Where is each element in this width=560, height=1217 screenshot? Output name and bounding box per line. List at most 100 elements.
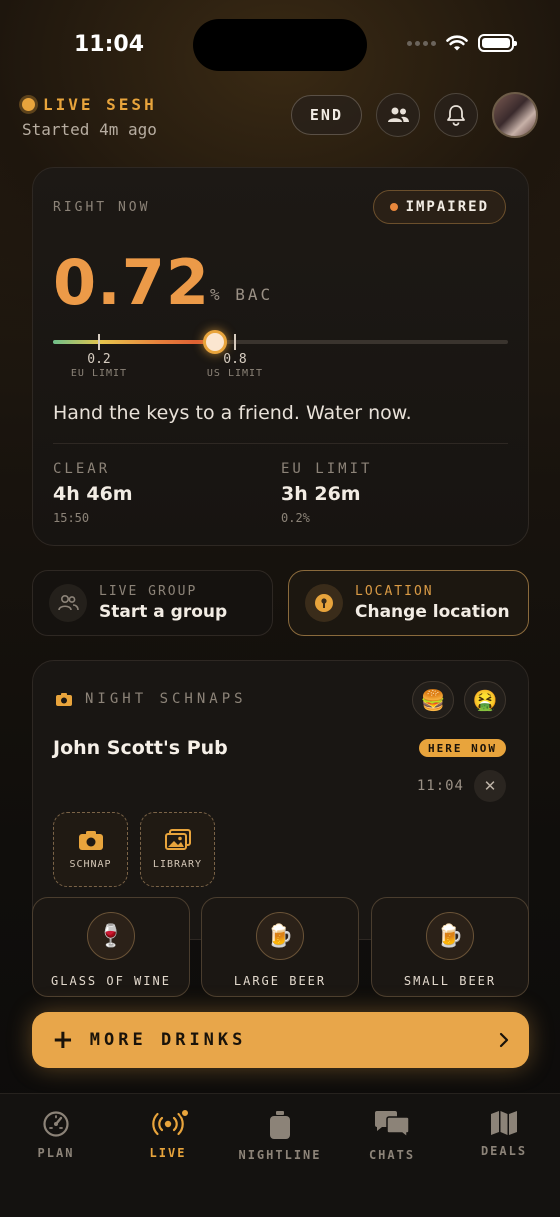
us-limit-value: 0.8: [223, 352, 247, 367]
map-icon: [491, 1111, 517, 1135]
live-indicator-dot: [22, 98, 35, 111]
group-button[interactable]: [376, 93, 420, 137]
emoji-burger-button[interactable]: 🍔: [412, 681, 454, 719]
gauge-icon: [43, 1111, 69, 1137]
bac-unit: % BAC: [210, 285, 274, 304]
stat-clear-heading: CLEAR: [53, 461, 111, 477]
us-limit-marker: 0.8 US LIMIT: [195, 352, 275, 379]
stat-eu-limit-value: 3h 26m: [281, 483, 361, 505]
library-label: LIBRARY: [152, 859, 203, 870]
gallery-icon: [164, 829, 191, 850]
stat-clear: CLEAR 4h 46m 15:50: [53, 461, 133, 525]
schnap-label: SCHNAP: [69, 858, 112, 870]
eu-limit-tick: [98, 334, 100, 350]
stat-eu-limit-heading: EU LIMIT: [281, 461, 373, 477]
live-group-label: LIVE GROUP: [99, 584, 198, 599]
tab-bar: PLAN LIVE NIGHTLINE CHATS DEALS: [0, 1093, 560, 1217]
stat-clear-sub: 15:50: [53, 511, 90, 525]
bell-icon: [447, 105, 465, 126]
location-button[interactable]: LOCATION Change location: [288, 570, 529, 636]
beer-mug-icon: 🍺: [256, 912, 304, 960]
bac-knob: [203, 330, 227, 354]
advice-text: Hand the keys to a friend. Water now.: [53, 402, 412, 424]
status-time: 11:04: [74, 32, 145, 57]
stat-eu-limit: EU LIMIT 3h 26m 0.2%: [281, 461, 372, 525]
live-group-value: Start a group: [99, 602, 228, 622]
drink-glass-of-wine[interactable]: 🍷 GLASS OF WINE: [32, 897, 190, 997]
tab-deals[interactable]: DEALS: [448, 1110, 560, 1158]
tab-live[interactable]: LIVE: [112, 1108, 224, 1160]
us-limit-label: US LIMIT: [206, 368, 264, 379]
close-button[interactable]: ✕: [474, 770, 506, 802]
people-icon: [388, 107, 409, 122]
live-badge-dot: [180, 1108, 190, 1118]
cellular-signal-icon: [407, 40, 436, 46]
status-badge: IMPAIRED: [372, 190, 506, 224]
eu-limit-marker: 0.2 EU LIMIT: [59, 352, 139, 379]
divider: [53, 443, 508, 444]
location-icon-wrap: [305, 584, 343, 622]
drink-large-beer[interactable]: 🍺 LARGE BEER: [201, 897, 359, 997]
emoji-sick-button[interactable]: 🤮: [464, 681, 506, 719]
schnaps-time: 11:04: [416, 778, 464, 794]
status-dot: [389, 203, 398, 211]
tab-label: DEALS: [480, 1144, 528, 1158]
schnaps-heading: NIGHT SCHNAPS: [85, 691, 247, 707]
us-limit-tick: [234, 334, 236, 350]
plus-icon: +: [52, 1025, 74, 1055]
stat-clear-value: 4h 46m: [53, 483, 133, 505]
more-drinks-button[interactable]: + MORE DRINKS: [32, 1012, 529, 1068]
chat-bubbles-icon: [375, 1111, 410, 1139]
bac-progress-fill: [53, 340, 215, 344]
people-outline-icon: [58, 594, 79, 611]
group-icon-wrap: [49, 584, 87, 622]
eu-limit-value: 0.2: [87, 352, 111, 367]
bac-card-heading: RIGHT NOW: [53, 200, 151, 215]
schnap-button[interactable]: SCHNAP: [53, 812, 128, 887]
camera-icon: [78, 830, 103, 850]
more-drinks-label: MORE DRINKS: [89, 1030, 247, 1050]
live-subtitle: Started 4m ago: [22, 120, 157, 139]
battery-icon: [478, 34, 517, 52]
tab-plan[interactable]: PLAN: [0, 1110, 112, 1160]
tab-label: PLAN: [37, 1146, 75, 1160]
location-pin-icon: [315, 594, 333, 612]
header-actions: END: [290, 92, 538, 138]
wifi-icon: [446, 35, 468, 50]
close-icon: ✕: [483, 777, 497, 795]
chevron-right-icon: [499, 1032, 509, 1048]
stat-eu-limit-sub: 0.2%: [281, 511, 310, 525]
dynamic-island: [193, 19, 367, 71]
library-button[interactable]: LIBRARY: [140, 812, 215, 887]
status-icons: [407, 34, 517, 52]
drink-small-beer[interactable]: 🍺 SMALL BEER: [371, 897, 529, 997]
bottle-icon: [270, 1111, 290, 1139]
camera-icon: [56, 692, 72, 706]
avatar[interactable]: [492, 92, 538, 138]
status-badge-label: IMPAIRED: [405, 199, 489, 215]
tab-label: LIVE: [149, 1146, 187, 1160]
tab-label: NIGHTLINE: [238, 1148, 322, 1162]
drink-label: GLASS OF WINE: [51, 974, 171, 988]
live-session-header: LIVE SESH Started 4m ago: [22, 95, 157, 139]
location-label: LOCATION: [355, 584, 434, 599]
live-group-button[interactable]: LIVE GROUP Start a group: [32, 570, 273, 636]
tab-nightline[interactable]: NIGHTLINE: [224, 1110, 336, 1162]
schnaps-header: NIGHT SCHNAPS: [55, 691, 247, 707]
beer-mug-icon: 🍺: [426, 912, 474, 960]
bac-card: RIGHT NOW IMPAIRED 0.72 % BAC 0.2 EU LIM…: [32, 167, 529, 546]
live-title: LIVE SESH: [43, 95, 157, 114]
bac-progress-track: [53, 340, 508, 344]
wine-glass-icon: 🍷: [87, 912, 135, 960]
location-value: Change location: [355, 602, 510, 622]
bac-value: 0.72: [53, 246, 210, 319]
pub-name: John Scott's Pub: [53, 737, 228, 759]
tab-chats[interactable]: CHATS: [336, 1110, 448, 1162]
drink-label: SMALL BEER: [403, 974, 497, 988]
here-now-badge: HERE NOW: [419, 739, 506, 757]
tab-label: CHATS: [368, 1148, 416, 1162]
notifications-button[interactable]: [434, 93, 478, 137]
end-session-button[interactable]: END: [290, 95, 362, 135]
drink-label: LARGE BEER: [233, 974, 327, 988]
eu-limit-label: EU LIMIT: [70, 368, 128, 379]
